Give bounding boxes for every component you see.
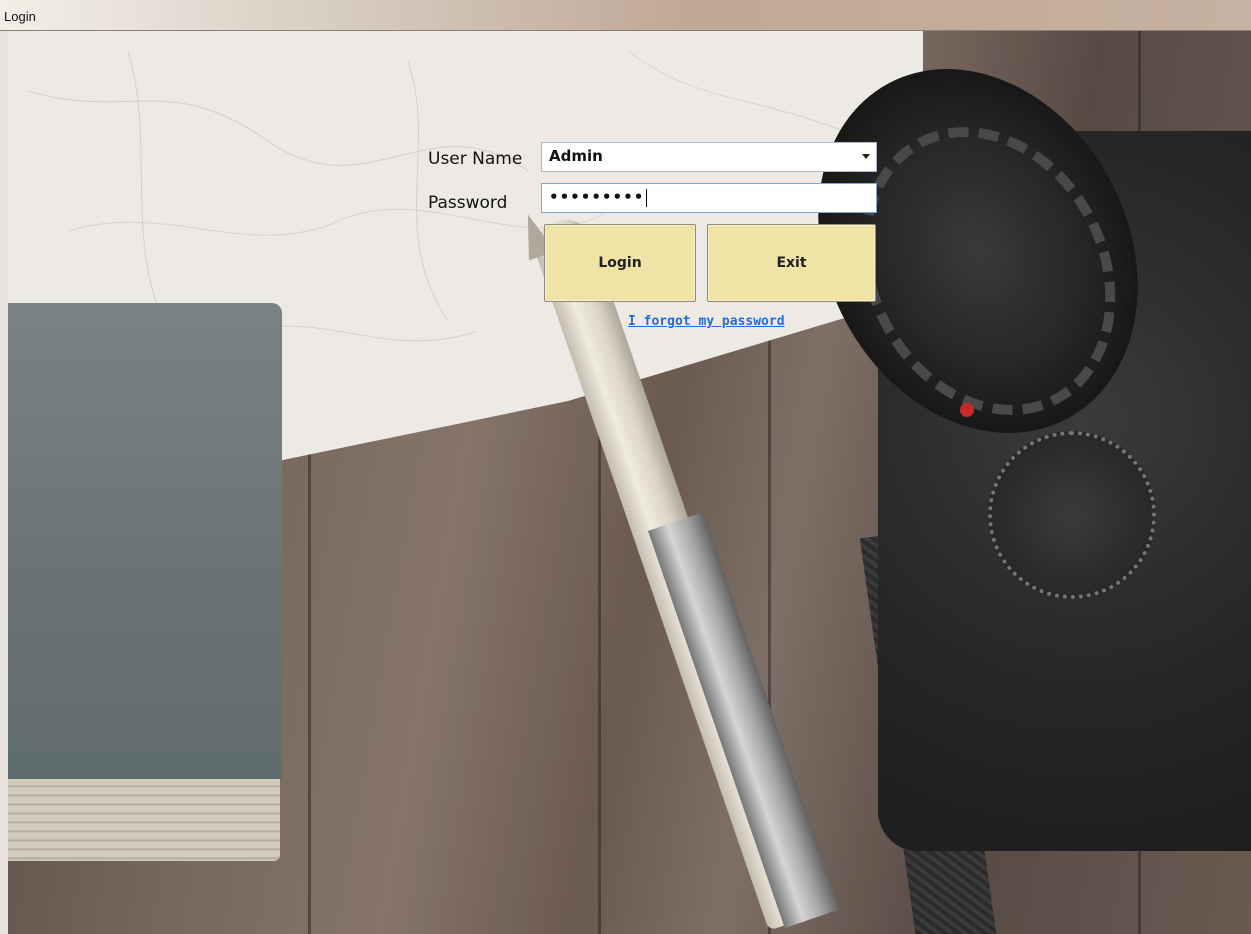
password-field[interactable]: ••••••••• — [541, 183, 877, 213]
exit-button[interactable]: Exit — [707, 224, 876, 302]
text-cursor — [646, 188, 648, 207]
username-combobox[interactable]: Admin — [541, 142, 877, 172]
password-label: Password — [428, 193, 508, 213]
login-button[interactable]: Login — [544, 224, 696, 302]
username-value: Admin — [549, 147, 603, 165]
username-label: User Name — [428, 149, 523, 169]
password-masked: ••••••••• — [549, 188, 645, 206]
login-form: User Name Admin Password ••••••••• Login… — [0, 0, 1243, 903]
forgot-password-link[interactable]: I forgot my password — [628, 314, 785, 329]
chevron-down-icon[interactable] — [862, 154, 870, 159]
login-window: Login User Name Admin Password •••••••••… — [0, 0, 1251, 934]
